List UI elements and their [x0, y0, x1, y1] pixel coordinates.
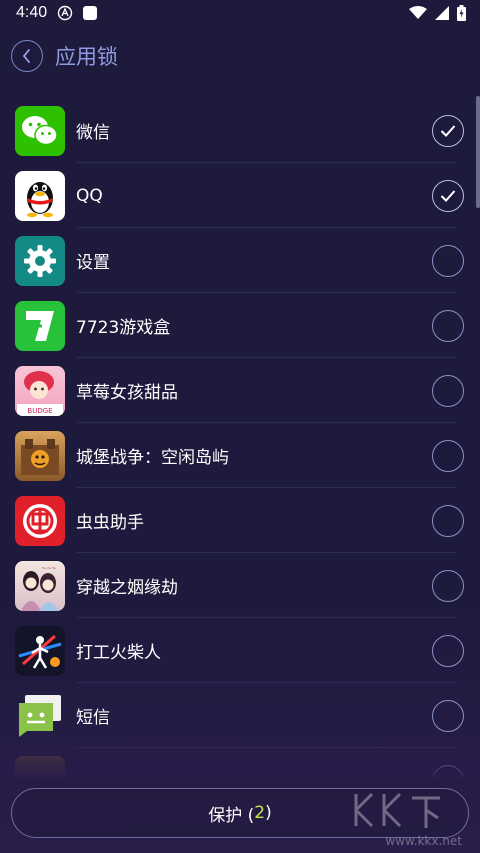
lock-checkbox[interactable]	[432, 179, 464, 212]
app-name: 草莓女孩甜品	[76, 383, 178, 403]
stickman-icon	[15, 625, 65, 676]
list-item[interactable]: 打工火柴人	[0, 618, 480, 683]
lock-checkbox[interactable]	[432, 309, 464, 342]
lock-checkbox[interactable]	[432, 504, 464, 537]
svg-text:~~~: ~~~	[41, 565, 56, 572]
status-time: 4:40	[16, 4, 48, 21]
chevron-left-icon	[22, 49, 30, 63]
app-name: 短信	[76, 708, 110, 728]
page-title: 应用锁	[55, 45, 118, 69]
app-name: QQ	[76, 185, 103, 206]
watermark: www.kkx.net	[348, 786, 466, 850]
kkx-logo-icon	[354, 792, 440, 828]
wechat-icon	[15, 105, 65, 156]
list-item[interactable]: ~~~ 穿越之姻缘劫	[0, 553, 480, 618]
list-item[interactable]: 短信	[0, 683, 480, 748]
checkmark-icon	[440, 124, 456, 137]
list-item[interactable]: 7723游戏盒	[0, 293, 480, 358]
lock-checkbox[interactable]	[432, 114, 464, 147]
lock-checkbox[interactable]	[432, 699, 464, 732]
app-name: 打工火柴人	[76, 643, 161, 663]
romance-game-icon: ~~~	[15, 560, 65, 611]
list-fade-overlay	[0, 740, 480, 780]
svg-text:BUDGE: BUDGE	[27, 407, 52, 415]
qq-penguin-icon	[15, 170, 65, 221]
app-name: 虫虫助手	[76, 513, 144, 533]
notification-square-icon	[83, 6, 98, 20]
chongchong-icon	[15, 495, 65, 546]
protect-suffix: )	[265, 803, 272, 823]
list-item[interactable]: 城堡战争：空闲岛屿	[0, 423, 480, 488]
7723-icon	[15, 300, 65, 351]
app-header: 应用锁	[0, 26, 480, 86]
back-button[interactable]	[11, 40, 43, 72]
app-name: 微信	[76, 123, 110, 143]
checkmark-icon	[440, 189, 456, 202]
castle-war-icon	[15, 430, 65, 481]
signal-icon	[435, 6, 449, 20]
list-item[interactable]: BUDGE 草莓女孩甜品	[0, 358, 480, 423]
app-name: 7723游戏盒	[76, 318, 171, 338]
wifi-icon	[409, 6, 427, 19]
app-name: 设置	[76, 253, 110, 273]
lock-checkbox[interactable]	[432, 569, 464, 602]
status-bar: 4:40	[0, 0, 480, 26]
protect-count: 2	[254, 803, 266, 823]
app-name: 穿越之姻缘劫	[76, 578, 178, 598]
gear-icon	[15, 235, 65, 286]
list-item[interactable]: QQ	[0, 163, 480, 228]
app-list: 微信 QQ 设置 7723游戏盒 BUDGE 草莓女孩甜品 城堡战争：空闲岛屿 …	[0, 98, 480, 778]
lock-checkbox[interactable]	[432, 244, 464, 277]
lock-checkbox[interactable]	[432, 634, 464, 667]
app-name: 城堡战争：空闲岛屿	[76, 448, 229, 468]
protect-label: 保护 (	[208, 805, 255, 826]
watermark-text: www.kkx.net	[385, 834, 462, 848]
battery-icon	[457, 5, 466, 21]
strawberry-girl-icon: BUDGE	[15, 365, 65, 416]
accessibility-status-icon	[57, 5, 73, 21]
sms-icon	[15, 691, 65, 741]
list-item[interactable]: 虫虫助手	[0, 488, 480, 553]
list-item[interactable]: 设置	[0, 228, 480, 293]
list-item[interactable]: 微信	[0, 98, 480, 163]
lock-checkbox[interactable]	[432, 439, 464, 472]
lock-checkbox[interactable]	[432, 374, 464, 407]
